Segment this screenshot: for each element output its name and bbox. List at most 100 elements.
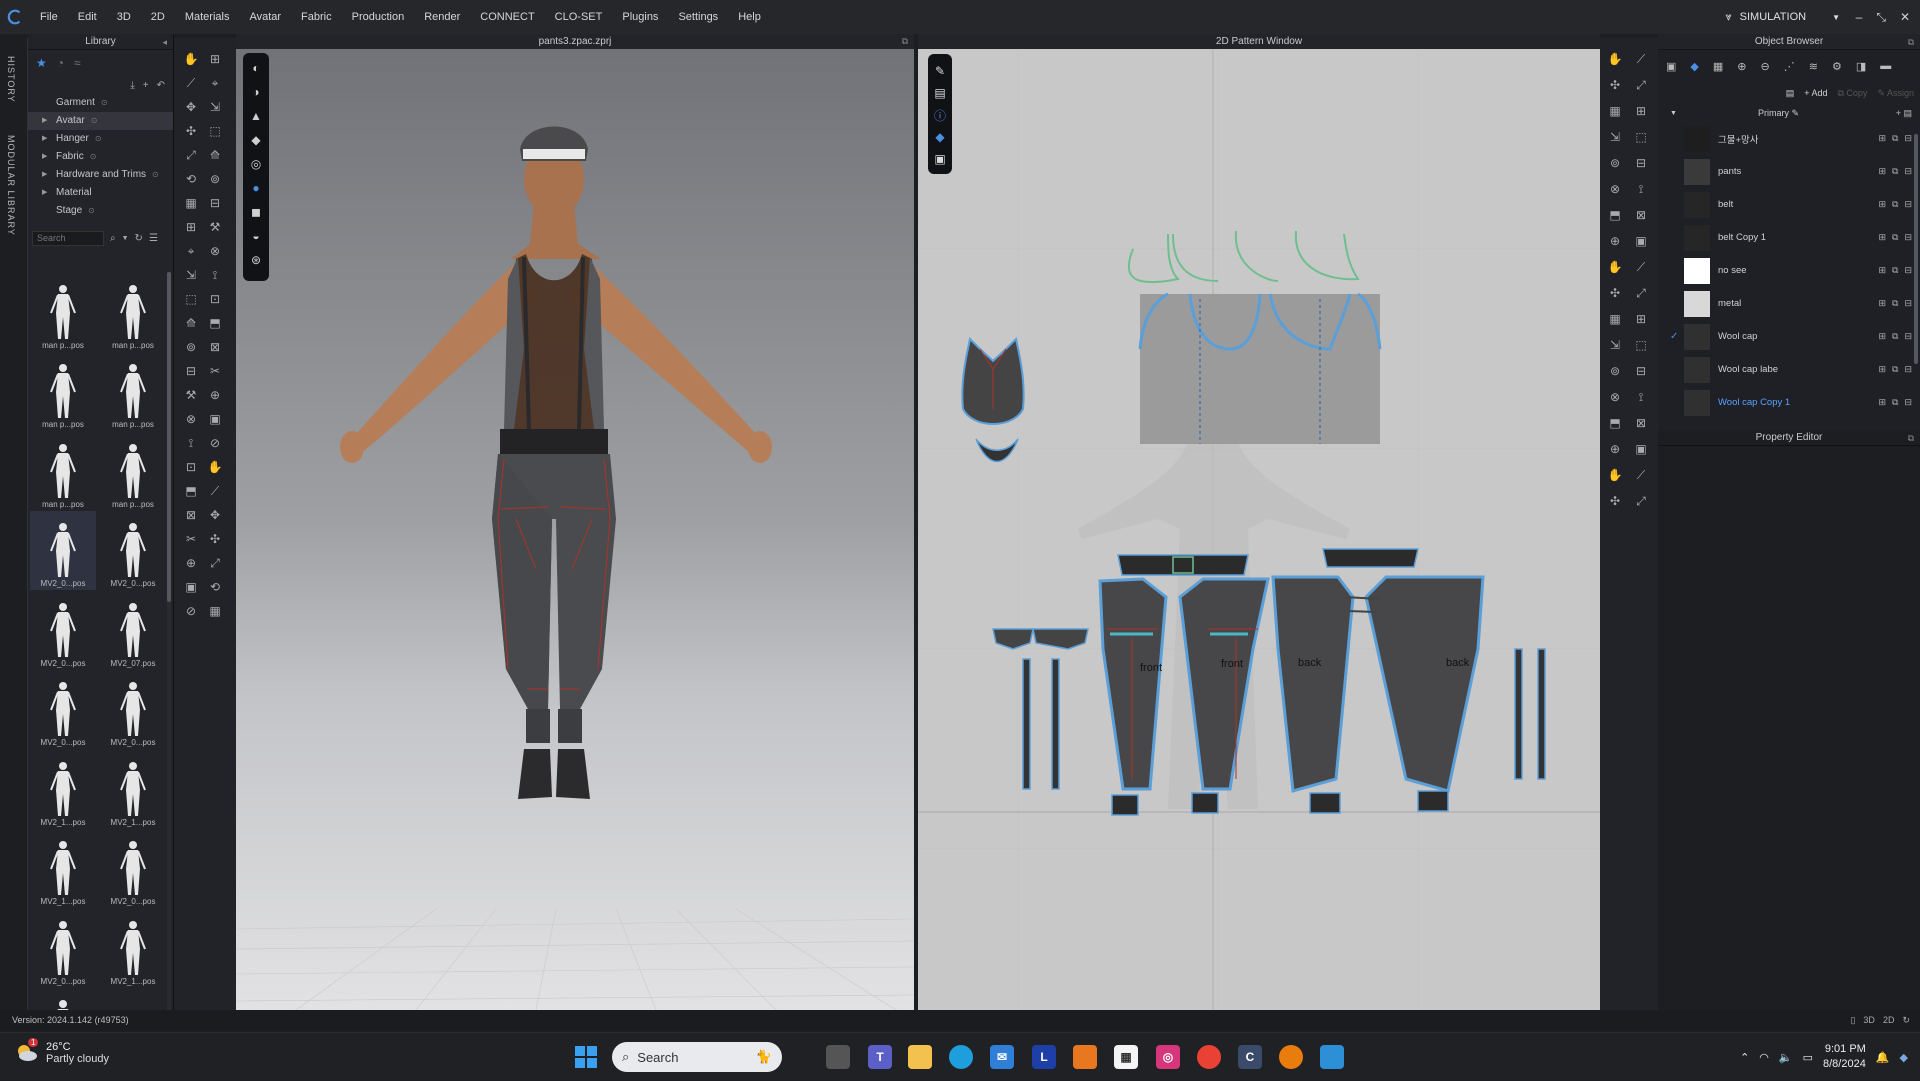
scene-tab-icon[interactable]: ▣: [1666, 60, 1676, 73]
tool-icon[interactable]: ⟋: [182, 74, 200, 92]
delete-fabric-icon[interactable]: ⊟: [1904, 232, 1912, 243]
2d-pattern-window[interactable]: 2D Pattern Window ✎ ▤ ⓘ ◆ ▣ front front …: [918, 34, 1600, 1010]
pattern-tool-icon[interactable]: ✣: [1606, 284, 1624, 302]
pattern-tool-icon[interactable]: ⊕: [1606, 440, 1624, 458]
library-thumbnail[interactable]: MV2_07.pos: [100, 590, 166, 670]
fabric-row[interactable]: belt Copy 1 ⊞ ⧉ ⊟: [1658, 221, 1920, 254]
menu-file[interactable]: File: [30, 0, 68, 34]
pattern-tool-icon[interactable]: ⊗: [1606, 180, 1624, 198]
edge-icon[interactable]: [949, 1045, 973, 1069]
taskbar-search[interactable]: ⌕ Search 🐈: [612, 1042, 782, 1072]
pattern-tool-icon[interactable]: ✣: [1606, 492, 1624, 510]
library-thumbnail[interactable]: man p...pos: [100, 352, 166, 432]
pattern-tool-icon[interactable]: ⊠: [1632, 206, 1650, 224]
tool-icon[interactable]: ⊗: [206, 242, 224, 260]
tool-icon[interactable]: ⊘: [182, 602, 200, 620]
assign-button[interactable]: ✎ Assign: [1877, 88, 1914, 99]
copilot-icon[interactable]: ◆: [1900, 1051, 1908, 1064]
tool-icon[interactable]: ⊞: [182, 218, 200, 236]
tool-icon[interactable]: ⚒: [206, 218, 224, 236]
group-actions[interactable]: + ▤: [1896, 108, 1912, 119]
pattern-tool-icon[interactable]: ▦: [1606, 310, 1624, 328]
buttonhole-tab-icon[interactable]: ⊖: [1761, 60, 1770, 73]
add-button[interactable]: + Add: [1804, 88, 1827, 98]
library-thumbnail[interactable]: man p...pos: [100, 431, 166, 511]
viewport-tool-icon[interactable]: ▲: [247, 107, 265, 125]
delete-fabric-icon[interactable]: ⊟: [1904, 265, 1912, 276]
tool-icon[interactable]: ⬒: [182, 482, 200, 500]
tool-icon[interactable]: ✣: [182, 122, 200, 140]
viewport-tool-icon[interactable]: ◐: [247, 59, 265, 77]
tree-item-stage[interactable]: Stage ⊙: [28, 202, 173, 220]
pin-icon[interactable]: ◂: [162, 34, 167, 50]
expand-arrow-icon[interactable]: ▶: [42, 130, 50, 148]
pattern-tool-icon[interactable]: ✋: [1606, 258, 1624, 276]
tool-icon[interactable]: ⟲: [182, 170, 200, 188]
library-scrollbar[interactable]: [167, 272, 171, 1012]
delete-fabric-icon[interactable]: ⊟: [1904, 364, 1912, 375]
tool-icon[interactable]: ⌖: [182, 242, 200, 260]
fabric-row[interactable]: pants ⊞ ⧉ ⊟: [1658, 155, 1920, 188]
pattern-tool-icon[interactable]: ⊗: [1606, 388, 1624, 406]
pattern-tool-icon[interactable]: ⟋: [1632, 258, 1650, 276]
tool-icon[interactable]: ⟰: [182, 314, 200, 332]
trim-tab-icon[interactable]: ⚙: [1832, 60, 1842, 73]
minimize-icon[interactable]: –: [1856, 10, 1863, 24]
tool-icon[interactable]: ⊟: [206, 194, 224, 212]
layout-3d-icon[interactable]: 3D: [1863, 1010, 1875, 1030]
tool-icon[interactable]: ▣: [206, 410, 224, 428]
volume-icon[interactable]: 🔈: [1779, 1051, 1793, 1064]
library-thumbnail[interactable]: man p...pos: [30, 352, 96, 432]
expand-arrow-icon[interactable]: ▶: [42, 166, 50, 184]
file-explorer-icon[interactable]: [908, 1045, 932, 1069]
tool-icon[interactable]: ⊚: [182, 338, 200, 356]
tool-icon[interactable]: ⊟: [182, 362, 200, 380]
pattern-canvas[interactable]: front front back back: [918, 49, 1600, 1010]
add-fabric-icon[interactable]: ⊞: [1878, 232, 1886, 243]
tool-icon[interactable]: ⊠: [206, 338, 224, 356]
menu-materials[interactable]: Materials: [175, 0, 240, 34]
tool-icon[interactable]: ✂: [206, 362, 224, 380]
notification-icon[interactable]: 🔔: [1876, 1051, 1890, 1064]
chrome-icon[interactable]: [1197, 1045, 1221, 1069]
menu-production[interactable]: Production: [342, 0, 415, 34]
button-tab-icon[interactable]: ⊕: [1737, 60, 1746, 73]
copy-fabric-icon[interactable]: ⧉: [1892, 166, 1898, 177]
add-fabric-icon[interactable]: ⊞: [1878, 298, 1886, 309]
fabric-tab-icon[interactable]: ◆: [1690, 60, 1698, 73]
tab-modular-library[interactable]: MODULAR LIBRARY: [0, 127, 22, 244]
library-thumbnail[interactable]: MV2_0...pos: [100, 511, 166, 591]
copy-fabric-icon[interactable]: ⧉: [1892, 199, 1898, 210]
copy-fabric-icon[interactable]: ⧉: [1892, 232, 1898, 243]
tool-icon[interactable]: ▦: [182, 194, 200, 212]
graphic-tab-icon[interactable]: ▦: [1713, 60, 1723, 73]
pattern-tool-icon[interactable]: ⊟: [1632, 362, 1650, 380]
tool-icon[interactable]: ⊗: [182, 410, 200, 428]
copy-fabric-icon[interactable]: ⧉: [1892, 331, 1898, 342]
pattern-tool-icon[interactable]: ⬒: [1606, 414, 1624, 432]
library-thumbnail[interactable]: MV2_0...pos: [30, 590, 96, 670]
pattern-tool-icon[interactable]: ⟟: [1632, 388, 1650, 406]
pattern-tool-icon[interactable]: ⇲: [1606, 128, 1624, 146]
copy-fabric-icon[interactable]: ⧉: [1892, 364, 1898, 375]
tree-item-hanger[interactable]: ▶ Hanger ⊙: [28, 130, 173, 148]
tool-icon[interactable]: ⇲: [206, 98, 224, 116]
tool-icon[interactable]: ⬒: [206, 314, 224, 332]
add-icon[interactable]: +: [143, 80, 149, 91]
menu-connect[interactable]: CONNECT: [470, 0, 544, 34]
maximize-icon[interactable]: ⧉: [902, 34, 908, 49]
tool-icon[interactable]: ⟟: [182, 434, 200, 452]
fabric-row[interactable]: metal ⊞ ⧉ ⊟: [1658, 287, 1920, 320]
add-fabric-icon[interactable]: ⊞: [1878, 166, 1886, 177]
fabric-row[interactable]: Wool cap labe ⊞ ⧉ ⊟: [1658, 353, 1920, 386]
tool-icon[interactable]: ⟰: [206, 146, 224, 164]
pattern-tool-icon[interactable]: ⊕: [1606, 232, 1624, 250]
copy-fabric-icon[interactable]: ⧉: [1892, 133, 1898, 144]
fabric-row[interactable]: belt ⊞ ⧉ ⊟: [1658, 188, 1920, 221]
store-icon[interactable]: ▦: [1114, 1045, 1138, 1069]
menu-2d[interactable]: 2D: [141, 0, 175, 34]
tool-icon[interactable]: ⟲: [206, 578, 224, 596]
tool-icon[interactable]: ✥: [182, 98, 200, 116]
wifi-icon[interactable]: ◠: [1759, 1051, 1769, 1064]
pattern-tool-icon[interactable]: ✋: [1606, 466, 1624, 484]
